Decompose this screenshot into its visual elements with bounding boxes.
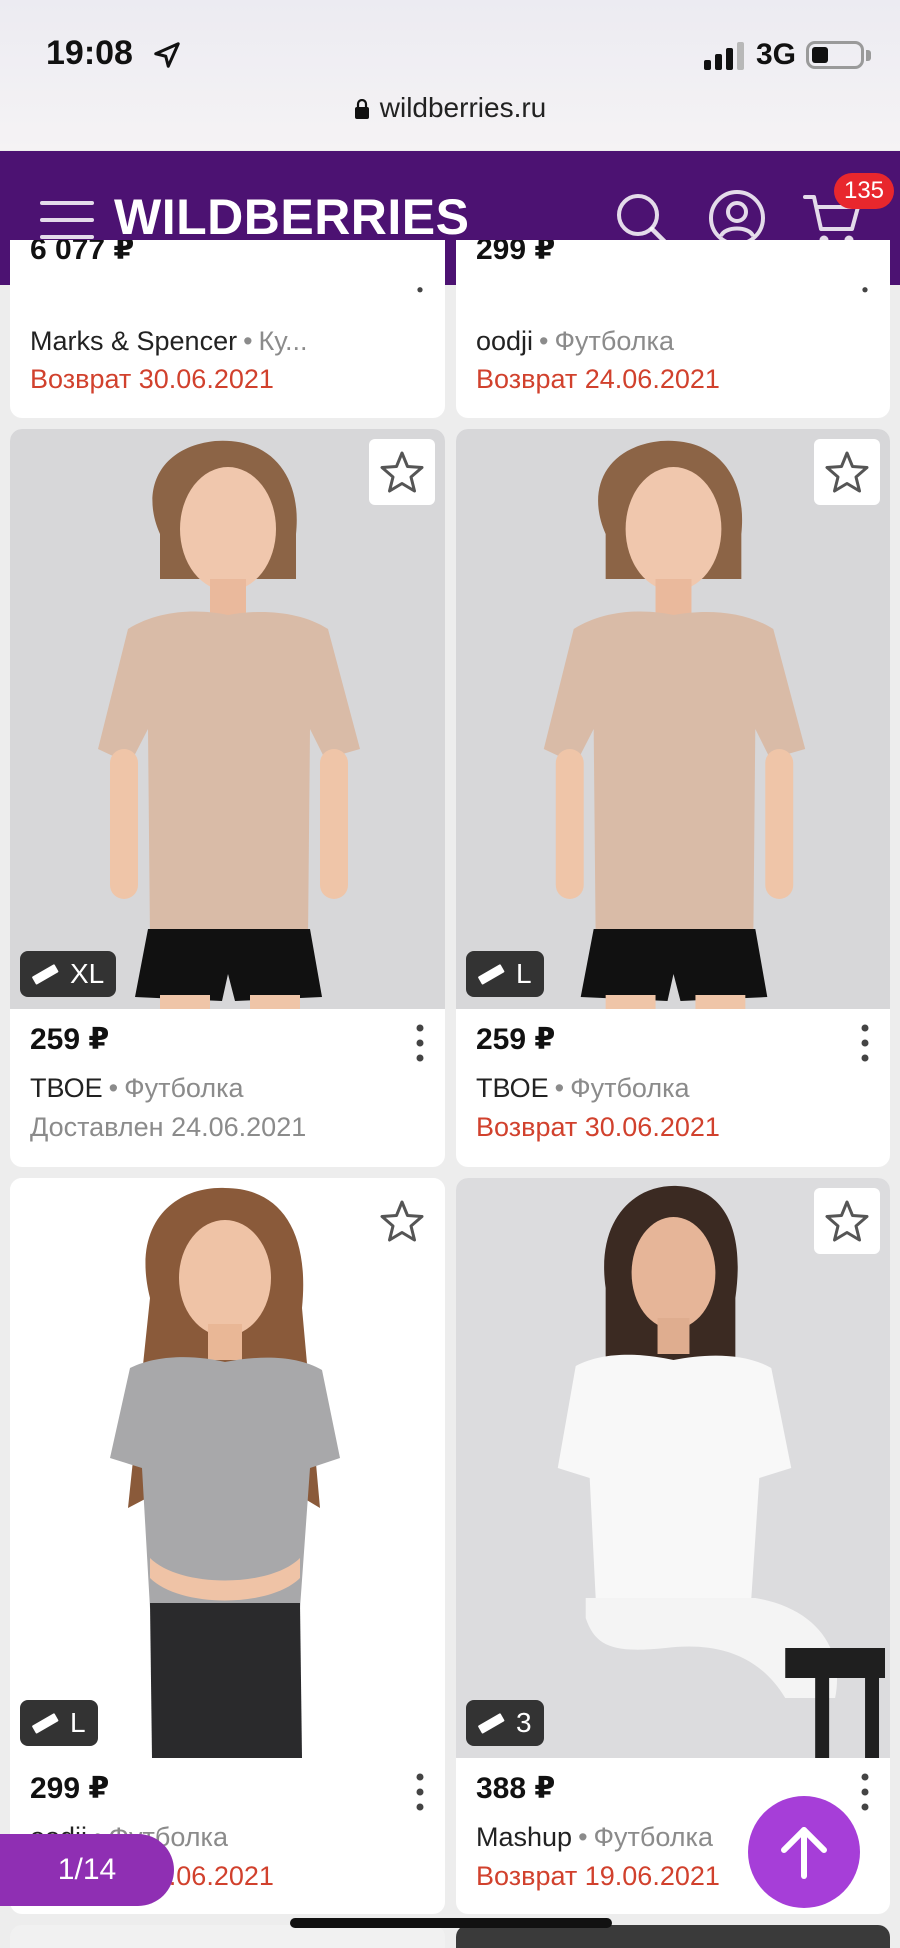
product-kind: Футболка <box>570 1073 690 1103</box>
size-label: XL <box>70 958 105 989</box>
battery-icon <box>806 41 864 69</box>
battery-tip <box>866 50 871 61</box>
size-label: L <box>70 1707 86 1738</box>
product-card[interactable]: L 259 ₽ ТВОЕ • Футболка Возврат 30.06.2021 <box>456 429 890 1167</box>
size-label: L <box>516 958 532 989</box>
cellular-signal-icon <box>704 42 744 70</box>
url-text: wildberries.ru <box>379 92 547 123</box>
star-icon <box>380 451 424 493</box>
product-image[interactable] <box>10 1178 445 1758</box>
size-badge: 3 <box>466 1700 544 1746</box>
cart-count-badge: 135 <box>834 173 894 209</box>
site-logo[interactable]: WILDBERRIES <box>114 188 470 246</box>
ruler-icon <box>32 1713 59 1734</box>
size-badge: L <box>20 1700 98 1746</box>
product-card[interactable] <box>456 1925 890 1948</box>
address-bar[interactable]: wildberries.ru <box>0 92 900 124</box>
hamburger-menu-icon[interactable] <box>40 199 94 241</box>
product-card[interactable]: L 299 ₽ oodji•Футболка Возврат 24.06.202… <box>10 1178 445 1914</box>
star-icon <box>825 451 869 493</box>
clock: 19:08 <box>46 34 133 72</box>
ruler-icon <box>478 1713 505 1734</box>
product-card[interactable]: 299 ₽ oodji • Футболка Возврат 24.06.2021 <box>456 240 890 418</box>
location-arrow-icon <box>154 42 180 68</box>
home-indicator <box>290 1918 612 1928</box>
more-options-icon[interactable] <box>860 1772 870 1812</box>
arrow-up-icon <box>781 1827 827 1879</box>
size-label: 3 <box>516 1707 532 1738</box>
more-options-icon[interactable] <box>415 1023 425 1063</box>
ruler-icon <box>32 964 59 985</box>
favorite-button[interactable] <box>369 1188 435 1254</box>
product-card[interactable]: 6 077 ₽ Marks & Spencer • Ку... Возврат 30… <box>10 240 445 418</box>
product-image[interactable] <box>456 429 890 1009</box>
product-brand-line: Mashup • Футболка <box>476 1822 713 1852</box>
product-brand-line: oodji•Футболка <box>476 326 674 356</box>
search-icon[interactable] <box>614 191 670 247</box>
product-status: Возврат 24.06.2021 <box>476 364 720 394</box>
page-counter: 1/14 <box>0 1834 174 1906</box>
product-price: 388 ₽ <box>476 1772 556 1805</box>
product-brand-line: ТВОЕ • Футболка <box>30 1073 244 1103</box>
product-price: 259 ₽ <box>30 1023 110 1056</box>
more-options-icon[interactable] <box>415 286 425 316</box>
product-status: Возврат 19.06.2021 <box>476 1861 720 1891</box>
star-icon <box>825 1200 869 1242</box>
product-status: Доставлен 24.06.2021 <box>30 1112 307 1142</box>
product-kind: Ку... <box>258 326 308 356</box>
favorite-button[interactable] <box>814 439 880 505</box>
product-brand-line: ТВОЕ • Футболка <box>476 1073 690 1103</box>
lock-icon <box>354 99 369 119</box>
size-badge: L <box>466 951 544 997</box>
more-options-icon[interactable] <box>415 1772 425 1812</box>
product-brand: Marks & Spencer <box>30 326 238 356</box>
product-brand: ТВОЕ <box>476 1073 549 1103</box>
favorite-button[interactable] <box>369 439 435 505</box>
product-image[interactable] <box>10 429 445 1009</box>
network-type: 3G <box>756 38 797 71</box>
product-status: Возврат 30.06.2021 <box>476 1112 720 1142</box>
more-options-icon[interactable] <box>860 1023 870 1063</box>
product-brand: Mashup <box>476 1822 573 1852</box>
product-kind: Футболка <box>593 1822 713 1852</box>
product-price: 6 077 ₽ <box>30 240 135 266</box>
product-brand: ТВОЕ <box>30 1073 103 1103</box>
product-image[interactable] <box>456 1178 890 1758</box>
more-options-icon[interactable] <box>860 286 870 316</box>
user-account-icon[interactable] <box>708 189 766 247</box>
product-brand-line: Marks & Spencer • Ку... <box>30 326 308 356</box>
product-price: 299 ₽ <box>30 1772 110 1805</box>
product-status: Возврат 30.06.2021 <box>30 364 274 394</box>
status-bar: 19:08 3G wildberries.ru <box>0 0 900 150</box>
product-kind: Футболка <box>554 326 674 356</box>
star-icon <box>380 1200 424 1242</box>
product-price: 299 ₽ <box>476 240 556 266</box>
product-card[interactable] <box>10 1925 445 1948</box>
product-card[interactable]: XL 259 ₽ ТВОЕ • Футболка Доставлен 24.06.2… <box>10 429 445 1167</box>
product-brand: oodji <box>476 326 534 356</box>
favorite-button[interactable] <box>814 1188 880 1254</box>
scroll-to-top-button[interactable] <box>748 1796 860 1908</box>
product-kind: Футболка <box>124 1073 244 1103</box>
product-price: 259 ₽ <box>476 1023 556 1056</box>
size-badge: XL <box>20 951 117 997</box>
ruler-icon <box>478 964 505 985</box>
